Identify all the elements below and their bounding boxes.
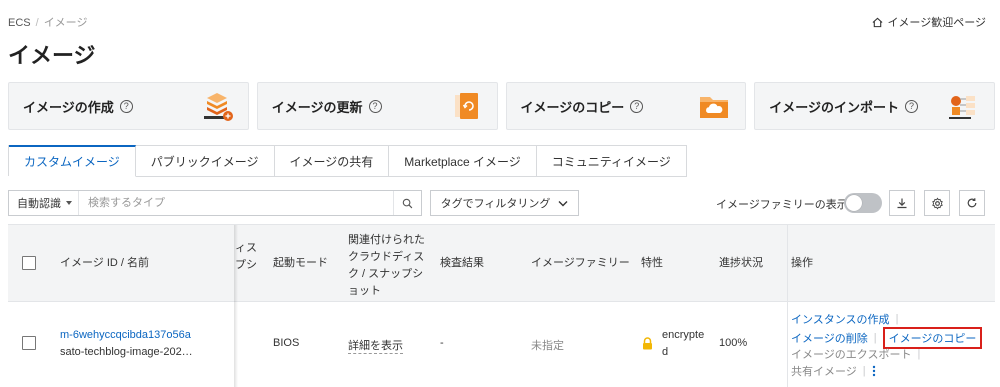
col-snapshot-line-1: 関連付けられた	[348, 234, 425, 246]
tab-shared-images[interactable]: イメージの共有	[274, 146, 390, 177]
snapshot-details-link[interactable]: 詳細を表示	[348, 337, 403, 354]
check-result-value: -	[440, 337, 444, 349]
caret-down-icon	[66, 201, 72, 205]
stack-layers-icon	[203, 93, 233, 121]
card-copy-image[interactable]: イメージのコピー?	[505, 82, 747, 130]
home-icon	[872, 17, 883, 27]
action-divider: |	[917, 348, 921, 360]
help-icon[interactable]: ?	[368, 99, 382, 113]
col-feature: 特性	[641, 257, 663, 269]
settings-button[interactable]	[924, 190, 950, 216]
search-button[interactable]	[393, 191, 421, 215]
tab-custom-images[interactable]: カスタムイメージ	[9, 145, 136, 177]
import-tree-icon	[949, 96, 975, 119]
help-icon[interactable]: ?	[119, 99, 133, 113]
search-group: 自動認識	[8, 190, 422, 216]
action-divider: |	[873, 332, 877, 344]
col-snapshot-line-2: クラウドディス	[348, 251, 425, 263]
refresh-icon	[967, 198, 977, 208]
page-title: イメージ	[8, 43, 96, 68]
feature-value-line-2: d	[662, 346, 669, 358]
action-divider: |	[862, 365, 866, 377]
progress-value: 100%	[719, 337, 748, 349]
family-toggle-label: イメージファミリーの表示	[716, 199, 848, 211]
card-label: イメージのインポート	[769, 99, 899, 115]
actions-line-1: インスタンスの作成 |	[791, 311, 898, 327]
delete-image-link[interactable]: イメージの削除	[791, 330, 868, 346]
welcome-page-link[interactable]: イメージ歓迎ページ	[872, 14, 986, 30]
breadcrumb: ECS / イメージ	[8, 14, 87, 30]
toolbar: 自動認識 タグでフィルタリング イメージファミリーの表示	[8, 190, 995, 216]
cloud-folder-icon	[700, 97, 729, 118]
breadcrumb-separator: /	[35, 17, 39, 29]
tab-community-images[interactable]: コミュニティイメージ	[536, 146, 687, 177]
more-vertical-icon[interactable]	[872, 365, 876, 377]
card-label: イメージの更新	[271, 99, 363, 115]
frozen-column-shadow	[234, 225, 238, 387]
actions-line-3: イメージのエクスポート |	[791, 346, 920, 362]
card-create-image[interactable]: イメージの作成?	[8, 82, 249, 130]
help-icon[interactable]: ?	[630, 99, 644, 113]
card-label: イメージの作成	[23, 99, 114, 115]
refresh-document-icon	[454, 93, 478, 119]
search-type-select[interactable]: 自動認識	[9, 191, 79, 215]
card-label: イメージのコピー	[520, 99, 625, 115]
search-input[interactable]	[79, 191, 393, 215]
breadcrumb-current: イメージ	[43, 17, 88, 29]
tab-public-images[interactable]: パブリックイメージ	[135, 146, 275, 177]
feature-value-line-1: encrypte	[662, 329, 705, 341]
quick-action-cards: イメージの作成? イメージの更新? イメージのコピー? イメージのインポート?	[8, 82, 995, 130]
create-instance-link[interactable]: インスタンスの作成	[791, 311, 890, 327]
card-update-image[interactable]: イメージの更新?	[256, 82, 498, 130]
chevron-down-icon	[558, 200, 568, 206]
card-import-image[interactable]: イメージのインポート?	[754, 82, 995, 130]
tag-filter-label: タグでフィルタリング	[440, 198, 551, 210]
breadcrumb-root[interactable]: ECS	[8, 17, 31, 29]
row-checkbox[interactable]	[22, 336, 36, 350]
col-progress: 進捗状況	[719, 257, 763, 269]
search-icon	[402, 198, 413, 208]
select-all-checkbox[interactable]	[22, 256, 36, 270]
col-snapshot-line-3: ク / スナップシ	[348, 268, 424, 280]
col-actions: 操作	[791, 257, 813, 269]
col-disk-partial-2: プシ	[235, 259, 257, 271]
image-type-tabs: カスタムイメージ パブリックイメージ イメージの共有 Marketplace イ…	[8, 145, 687, 177]
lock-icon	[643, 337, 652, 350]
family-value: 未指定	[531, 340, 564, 352]
col-family: イメージファミリー	[531, 257, 630, 269]
col-boot-mode: 起動モード	[273, 257, 328, 269]
welcome-page-label: イメージ歓迎ページ	[887, 17, 986, 29]
family-toggle[interactable]	[844, 193, 882, 213]
tag-filter-button[interactable]: タグでフィルタリング	[430, 190, 579, 216]
col-id-name: イメージ ID / 名前	[60, 257, 150, 269]
help-icon[interactable]: ?	[905, 99, 918, 113]
toggle-knob	[846, 195, 862, 211]
refresh-button[interactable]	[959, 190, 985, 216]
image-table: イメージ ID / 名前 ィス プシ 起動モード 関連付けられた クラウドディス…	[8, 224, 995, 387]
download-button[interactable]	[889, 190, 915, 216]
actions-column-divider	[787, 225, 788, 387]
search-type-label: 自動認識	[17, 198, 61, 210]
col-disk-partial-1: ィス	[235, 242, 257, 254]
table-header: イメージ ID / 名前 ィス プシ 起動モード 関連付けられた クラウドディス…	[8, 225, 995, 302]
image-name: sato-techblog-image-202…	[60, 346, 193, 358]
download-icon	[897, 198, 907, 209]
gear-icon	[931, 197, 943, 209]
export-image-link[interactable]: イメージのエクスポート	[791, 346, 911, 362]
action-divider: |	[895, 313, 899, 325]
share-image-link[interactable]: 共有イメージ	[791, 363, 857, 379]
col-snapshot-line-4: ョット	[348, 285, 381, 297]
boot-mode-value: BIOS	[273, 337, 300, 349]
image-id-link[interactable]: m-6wehyccqcibda137o56a	[60, 329, 191, 341]
col-check-result: 検査結果	[440, 257, 484, 269]
actions-line-4: 共有イメージ |	[791, 363, 876, 379]
tab-marketplace-images[interactable]: Marketplace イメージ	[389, 146, 537, 177]
